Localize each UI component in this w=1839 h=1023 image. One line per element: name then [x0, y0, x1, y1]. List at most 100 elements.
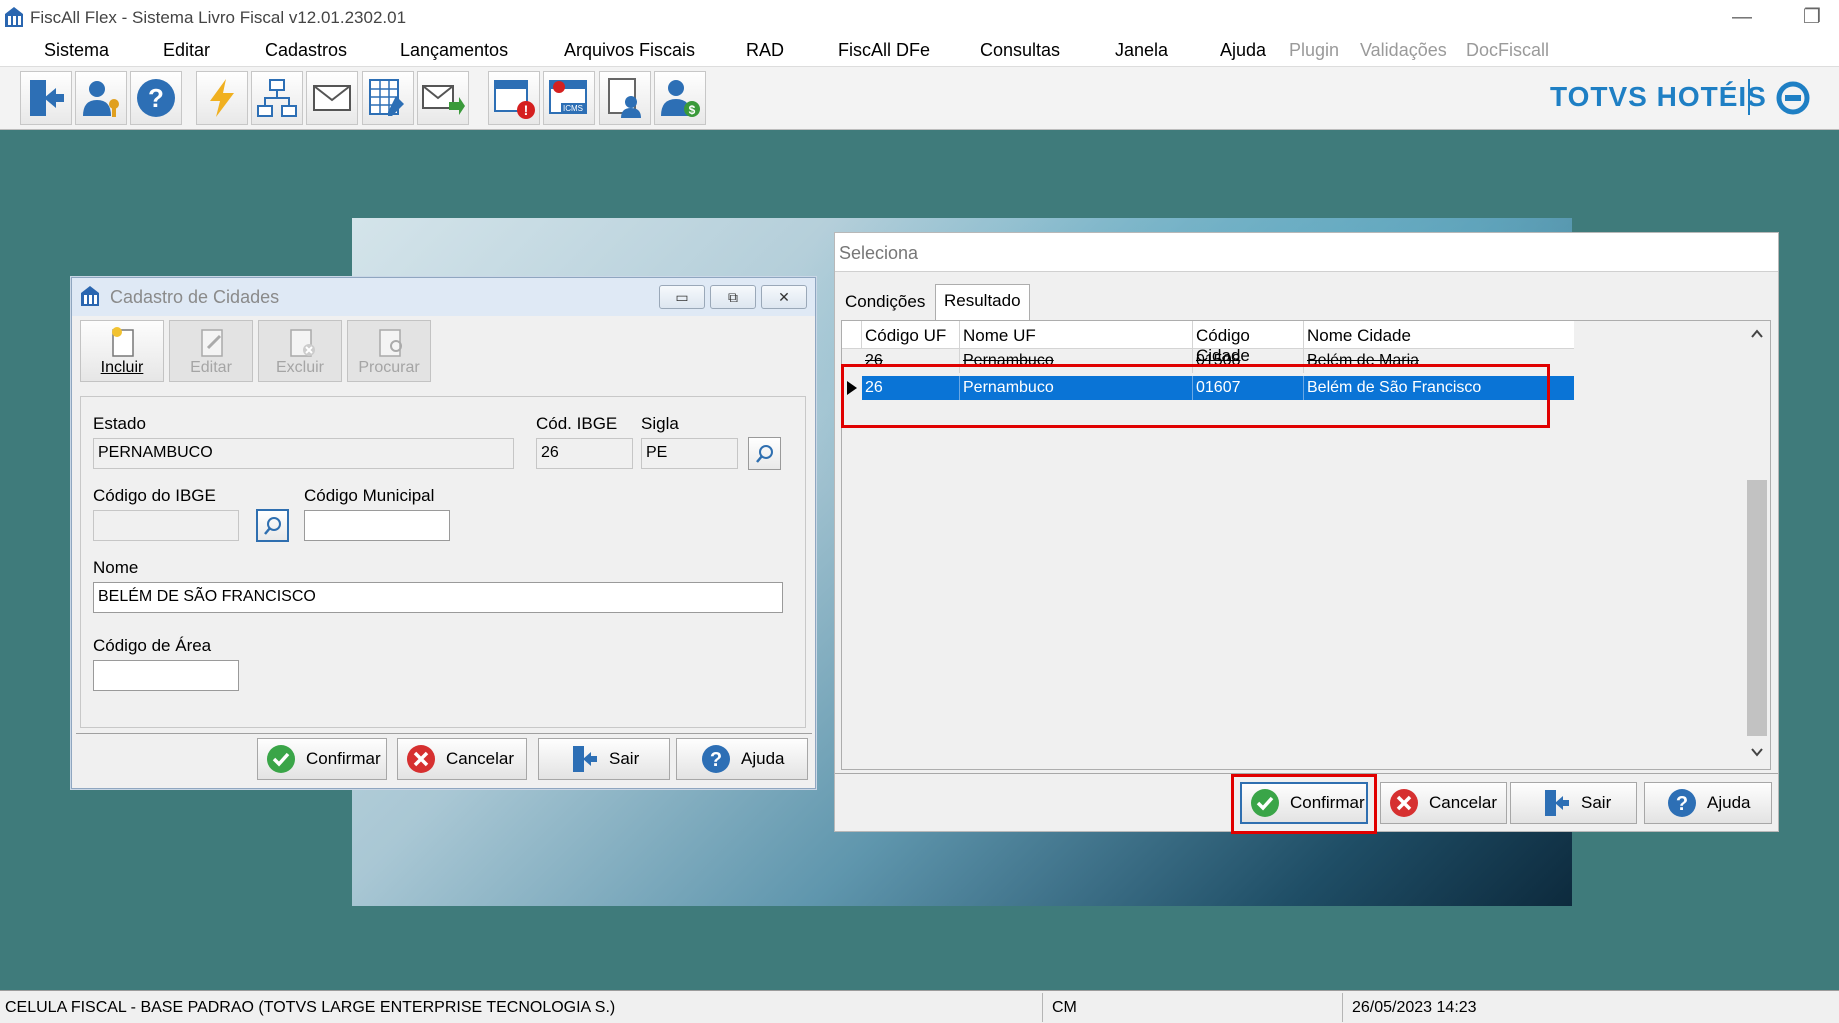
- codigo-ibge-field[interactable]: [93, 510, 239, 541]
- incluir-label: Incluir: [100, 359, 144, 376]
- menu-cadastros[interactable]: Cadastros: [265, 40, 347, 61]
- toolbar-calendar-alert-button[interactable]: !: [488, 71, 540, 125]
- incluir-button[interactable]: Incluir: [80, 320, 164, 382]
- procurar-button[interactable]: Procurar: [347, 320, 431, 382]
- sair-label: Sair: [609, 749, 640, 768]
- menu-editar[interactable]: Editar: [163, 40, 210, 61]
- svg-text:ICMS: ICMS: [563, 104, 583, 113]
- menu-consultas[interactable]: Consultas: [980, 40, 1060, 61]
- cadastro-confirmar-button[interactable]: Confirmar: [257, 738, 387, 780]
- menu-bar: Sistema Editar Cadastros Lançamentos Arq…: [0, 36, 1839, 66]
- nome-label: Nome: [93, 558, 139, 577]
- toolbar-exit-button[interactable]: [20, 71, 72, 125]
- toolbar-network-button[interactable]: [251, 71, 303, 125]
- menu-janela[interactable]: Janela: [1115, 40, 1168, 61]
- check-icon: [267, 745, 295, 773]
- toolbar-mail-button[interactable]: [306, 71, 358, 125]
- user-money-icon: $: [661, 80, 700, 117]
- cod-ibge-field[interactable]: 26: [536, 438, 633, 469]
- editar-button[interactable]: Editar: [169, 320, 253, 382]
- help-icon: ?: [702, 745, 730, 773]
- column-header-nome-uf[interactable]: Nome UF: [960, 321, 1193, 349]
- menu-rad[interactable]: RAD: [746, 40, 784, 61]
- seleciona-cancelar-button[interactable]: Cancelar: [1380, 782, 1507, 824]
- estado-label: Estado: [93, 414, 146, 433]
- excluir-button[interactable]: Excluir: [258, 320, 342, 382]
- menu-docfiscall[interactable]: DocFiscall: [1466, 40, 1549, 61]
- scrollbar-thumb[interactable]: [1747, 480, 1767, 736]
- column-header-codigo-cidade[interactable]: Código Cidade: [1193, 321, 1304, 365]
- sigla-field[interactable]: PE: [641, 438, 738, 469]
- row-highlight-box: [841, 364, 1550, 428]
- exit-icon: [30, 80, 64, 116]
- toolbar-document-user-button[interactable]: [599, 71, 651, 125]
- cadastro-maximize-button[interactable]: ⧉: [710, 285, 756, 309]
- app-icon: [5, 7, 23, 27]
- seleciona-title-bar[interactable]: Seleciona: [835, 233, 1778, 271]
- new-document-icon: [112, 327, 134, 357]
- menu-fiscall-dfe[interactable]: FiscAll DFe: [838, 40, 930, 61]
- menu-sistema[interactable]: Sistema: [44, 40, 109, 61]
- window-title: FiscAll Flex - Sistema Livro Fiscal v12.…: [30, 8, 407, 27]
- brand-logo: TOTVS HOTÉIS: [1550, 81, 1767, 112]
- menu-plugin[interactable]: Plugin: [1289, 40, 1339, 61]
- status-divider: [1042, 993, 1043, 1022]
- toolbar-help-button[interactable]: ?: [130, 71, 182, 125]
- menu-validacoes[interactable]: Validações: [1360, 40, 1447, 61]
- spreadsheet-edit-icon: [369, 79, 404, 116]
- restore-button[interactable]: ❐: [1792, 2, 1832, 32]
- codigo-municipal-field[interactable]: [304, 510, 450, 541]
- main-toolbar: ? ! ICMS $ TOTVS HOTÉIS: [0, 66, 1839, 130]
- calendar-alert-icon: !: [494, 80, 535, 119]
- cadastro-cidades-window: Cadastro de Cidades ▭ ⧉ ✕ Incluir Editar…: [71, 277, 816, 789]
- cadastro-ajuda-button[interactable]: ? Ajuda: [676, 738, 808, 780]
- svg-text:?: ?: [710, 749, 722, 771]
- nome-field[interactable]: BELÉM DE SÃO FRANCISCO: [93, 582, 783, 613]
- divider: [835, 271, 1778, 272]
- estado-search-button[interactable]: [748, 437, 781, 470]
- sair-label: Sair: [1581, 793, 1612, 812]
- cadastro-cancelar-button[interactable]: Cancelar: [397, 738, 527, 780]
- codigo-area-field[interactable]: [93, 660, 239, 691]
- tab-condicoes[interactable]: Condições: [837, 286, 933, 316]
- menu-ajuda[interactable]: Ajuda: [1220, 40, 1266, 61]
- toolbar-spreadsheet-button[interactable]: [362, 71, 414, 125]
- menu-lancamentos[interactable]: Lançamentos: [400, 40, 508, 61]
- status-company: CELULA FISCAL - BASE PADRAO (TOTVS LARGE…: [5, 999, 616, 1016]
- status-divider: [1342, 993, 1343, 1022]
- svg-text:?: ?: [148, 83, 164, 113]
- seleciona-ajuda-button[interactable]: ? Ajuda: [1644, 782, 1772, 824]
- column-header-codigo-uf[interactable]: Código UF: [862, 321, 960, 349]
- svg-text:$: $: [689, 103, 696, 117]
- toolbar-lightning-button[interactable]: [196, 71, 248, 125]
- cadastro-sair-button[interactable]: Sair: [538, 738, 670, 780]
- scroll-up-icon[interactable]: [1751, 329, 1763, 339]
- toolbar-mail-send-button[interactable]: [417, 71, 469, 125]
- delete-document-icon: [290, 329, 315, 357]
- codigo-ibge-label: Código do IBGE: [93, 486, 216, 505]
- minimize-button[interactable]: —: [1722, 2, 1762, 32]
- column-header-nome-cidade[interactable]: Nome Cidade: [1304, 321, 1574, 349]
- svg-text:!: !: [524, 102, 529, 118]
- codigo-ibge-search-button[interactable]: [256, 509, 289, 542]
- cadastro-minimize-button[interactable]: ▭: [659, 285, 705, 309]
- codigo-municipal-label: Código Municipal: [304, 486, 435, 505]
- app-icon: [81, 286, 99, 306]
- search-icon: [263, 516, 281, 535]
- estado-field[interactable]: PERNAMBUCO: [93, 438, 514, 469]
- cancelar-label: Cancelar: [446, 749, 515, 768]
- toolbar-user-button[interactable]: [75, 71, 127, 125]
- cadastro-close-button[interactable]: ✕: [761, 285, 807, 309]
- help-icon: ?: [137, 79, 175, 117]
- seleciona-sair-button[interactable]: Sair: [1510, 782, 1637, 824]
- menu-arquivos-fiscais[interactable]: Arquivos Fiscais: [564, 40, 695, 61]
- lightning-icon: [210, 79, 234, 117]
- cadastro-title-bar[interactable]: Cadastro de Cidades ▭ ⧉ ✕: [72, 278, 815, 316]
- document-user-icon: [608, 78, 641, 118]
- tab-resultado[interactable]: Resultado: [935, 284, 1030, 320]
- confirm-highlight-box: [1231, 774, 1377, 834]
- toolbar-icms-button[interactable]: ICMS: [543, 71, 595, 125]
- toolbar-user-money-button[interactable]: $: [654, 71, 706, 125]
- scroll-down-icon[interactable]: [1751, 747, 1763, 757]
- ajuda-label: Ajuda: [741, 749, 785, 768]
